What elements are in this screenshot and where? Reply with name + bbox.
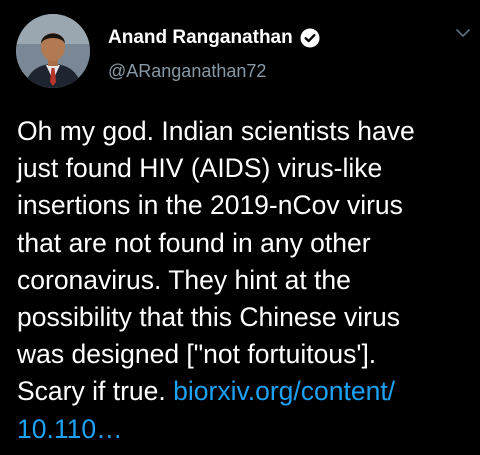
tweet-link-continuation: 10.110… [17,411,472,448]
tweet-text-line: Oh my god. Indian scientists have [17,116,415,146]
tweet-text-line: just found HIV (AIDS) virus-like [17,153,383,184]
avatar[interactable] [16,14,90,88]
tweet-text-line: coronavirus. They hint at the [17,264,351,295]
chevron-down-icon[interactable] [455,27,471,39]
tweet-link[interactable]: biorxiv.org/content/ [173,376,395,406]
verified-badge-icon [300,28,320,48]
tweet-text-fragment: Scary if true. [17,376,166,407]
tweet-text-line: insertions in the 2019-nCov virus [17,190,403,221]
tweet: Anand Ranganathan @ARanganathan72 Oh my … [0,0,480,455]
tweet-text-line: was designed ["not fortuitous']. [17,339,377,370]
user-handle[interactable]: @ARanganathan72 [108,60,266,82]
tweet-text-line: that are not found in any other [17,227,371,258]
display-name[interactable]: Anand Ranganathan [108,27,293,49]
tweet-link-tail[interactable]: 10.110… [17,414,123,444]
tweet-text: Oh my god. Indian scientists have just f… [17,113,472,448]
tweet-text-line-last: Scary if true. biorxiv.org/content/ [17,373,472,410]
tweet-text-line: possibility that this Chinese virus [17,302,400,333]
